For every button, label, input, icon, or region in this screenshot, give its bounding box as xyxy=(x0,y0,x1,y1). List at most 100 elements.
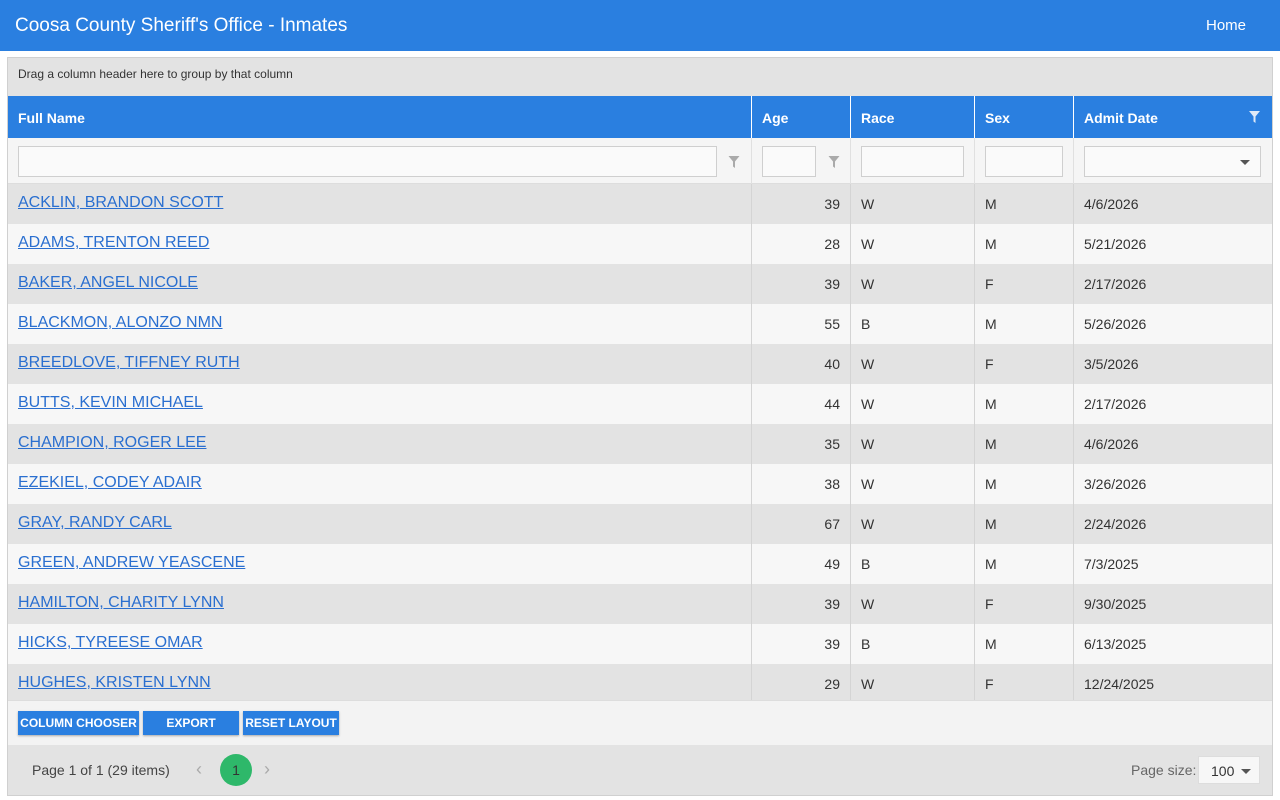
inmate-name-link[interactable]: BREEDLOVE, TIFFNEY RUTH xyxy=(18,354,240,371)
grid-toolbar: COLUMN CHOOSER EXPORT RESET LAYOUT xyxy=(8,700,1272,745)
age-cell: 29 xyxy=(752,664,851,700)
race-cell: B xyxy=(851,304,975,344)
inmate-name-link[interactable]: ACKLIN, BRANDON SCOTT xyxy=(18,194,223,211)
sex-cell: F xyxy=(975,584,1074,624)
chevron-right-icon[interactable]: › xyxy=(264,759,270,780)
page-button[interactable]: 1 xyxy=(220,754,252,786)
full-name-cell: BREEDLOVE, TIFFNEY RUTH xyxy=(8,344,752,384)
pager: Page 1 of 1 (29 items) ‹ 1 › Page size: … xyxy=(8,745,1272,795)
age-cell: 67 xyxy=(752,504,851,544)
inmate-name-link[interactable]: CHAMPION, ROGER LEE xyxy=(18,434,206,451)
race-cell: W xyxy=(851,184,975,224)
age-cell: 39 xyxy=(752,264,851,304)
table-row[interactable]: GREEN, ANDREW YEASCENE 49 B M 7/3/2025 xyxy=(8,544,1272,584)
column-header-sex[interactable]: Sex xyxy=(975,96,1074,138)
inmate-name-link[interactable]: EZEKIEL, CODEY ADAIR xyxy=(18,474,202,491)
table-row[interactable]: BLACKMON, ALONZO NMN 55 B M 5/26/2026 xyxy=(8,304,1272,344)
sex-cell: M xyxy=(975,544,1074,584)
reset-layout-button[interactable]: RESET LAYOUT xyxy=(243,711,339,735)
column-chooser-button[interactable]: COLUMN CHOOSER xyxy=(18,711,139,735)
column-header-admit-date[interactable]: Admit Date xyxy=(1074,96,1272,138)
table-row[interactable]: HICKS, TYREESE OMAR 39 B M 6/13/2025 xyxy=(8,624,1272,664)
inmate-name-link[interactable]: BAKER, ANGEL NICOLE xyxy=(18,274,198,291)
table-row[interactable]: HAMILTON, CHARITY LYNN 39 W F 9/30/2025 xyxy=(8,584,1272,624)
race-cell: W xyxy=(851,664,975,700)
admit-date-cell: 2/24/2026 xyxy=(1084,516,1147,532)
inmate-name-link[interactable]: BUTTS, KEVIN MICHAEL xyxy=(18,394,203,411)
full-name-cell: CHAMPION, ROGER LEE xyxy=(8,424,752,464)
column-header-full-name[interactable]: Full Name xyxy=(8,96,752,138)
sex-cell: F xyxy=(975,264,1074,304)
age-cell: 38 xyxy=(752,464,851,504)
sex-filter-input[interactable] xyxy=(985,146,1063,177)
header-row: Full Name Age Race Sex Admit Date xyxy=(8,96,1272,138)
age-cell: 39 xyxy=(752,584,851,624)
table-row[interactable]: BREEDLOVE, TIFFNEY RUTH 40 W F 3/5/2026 xyxy=(8,344,1272,384)
table-row[interactable]: BAKER, ANGEL NICOLE 39 W F 2/17/2026 xyxy=(8,264,1272,304)
full-name-filter-input[interactable] xyxy=(18,146,717,177)
age-cell: 55 xyxy=(752,304,851,344)
group-panel[interactable]: Drag a column header here to group by th… xyxy=(8,58,1272,96)
age-cell: 39 xyxy=(752,184,851,224)
inmate-name-link[interactable]: BLACKMON, ALONZO NMN xyxy=(18,314,222,331)
admit-date-cell: 6/13/2025 xyxy=(1084,636,1147,652)
inmate-name-link[interactable]: HAMILTON, CHARITY LYNN xyxy=(18,594,224,611)
sex-cell: M xyxy=(975,184,1074,224)
export-button[interactable]: EXPORT xyxy=(143,711,239,735)
pager-info: Page 1 of 1 (29 items) xyxy=(32,762,170,778)
full-name-cell: BLACKMON, ALONZO NMN xyxy=(8,304,752,344)
race-cell: W xyxy=(851,384,975,424)
race-cell: W xyxy=(851,504,975,544)
column-header-age[interactable]: Age xyxy=(752,96,851,138)
race-cell: W xyxy=(851,224,975,264)
admit-date-cell: 7/3/2025 xyxy=(1084,556,1139,572)
table-row[interactable]: ADAMS, TRENTON REED 28 W M 5/21/2026 xyxy=(8,224,1272,264)
admit-date-cell: 5/21/2026 xyxy=(1084,236,1147,252)
inmate-name-link[interactable]: GREEN, ANDREW YEASCENE xyxy=(18,554,245,571)
admit-date-filter-dropdown[interactable] xyxy=(1084,146,1261,177)
inmate-name-link[interactable]: GRAY, RANDY CARL xyxy=(18,514,172,531)
admit-date-cell: 2/17/2026 xyxy=(1084,396,1147,412)
full-name-cell: ACKLIN, BRANDON SCOTT xyxy=(8,184,752,224)
age-filter-input[interactable] xyxy=(762,146,816,177)
table-row[interactable]: CHAMPION, ROGER LEE 35 W M 4/6/2026 xyxy=(8,424,1272,464)
age-cell: 35 xyxy=(752,424,851,464)
home-link[interactable]: Home xyxy=(1206,17,1246,34)
filter-icon[interactable] xyxy=(728,156,740,168)
full-name-cell: EZEKIEL, CODEY ADAIR xyxy=(8,464,752,504)
chevron-down-icon xyxy=(1241,769,1251,774)
column-header-race[interactable]: Race xyxy=(851,96,975,138)
table-row[interactable]: EZEKIEL, CODEY ADAIR 38 W M 3/26/2026 xyxy=(8,464,1272,504)
race-cell: W xyxy=(851,424,975,464)
age-cell: 40 xyxy=(752,344,851,384)
age-cell: 39 xyxy=(752,624,851,664)
full-name-cell: HICKS, TYREESE OMAR xyxy=(8,624,752,664)
race-cell: W xyxy=(851,344,975,384)
filter-icon[interactable] xyxy=(1249,111,1260,123)
filter-icon[interactable] xyxy=(828,156,840,168)
sex-cell: F xyxy=(975,344,1074,384)
full-name-cell: GRAY, RANDY CARL xyxy=(8,504,752,544)
table-row[interactable]: ACKLIN, BRANDON SCOTT 39 W M 4/6/2026 xyxy=(8,184,1272,224)
race-cell: B xyxy=(851,624,975,664)
table-row[interactable]: BUTTS, KEVIN MICHAEL 44 W M 2/17/2026 xyxy=(8,384,1272,424)
full-name-cell: HAMILTON, CHARITY LYNN xyxy=(8,584,752,624)
admit-date-cell: 5/26/2026 xyxy=(1084,316,1147,332)
inmate-name-link[interactable]: HUGHES, KRISTEN LYNN xyxy=(18,674,211,691)
sex-cell: M xyxy=(975,504,1074,544)
sex-cell: M xyxy=(975,424,1074,464)
race-filter-input[interactable] xyxy=(861,146,964,177)
race-cell: W xyxy=(851,264,975,304)
race-cell: B xyxy=(851,544,975,584)
page-size-select[interactable]: 100 xyxy=(1198,756,1260,784)
inmate-name-link[interactable]: ADAMS, TRENTON REED xyxy=(18,234,209,251)
inmate-name-link[interactable]: HICKS, TYREESE OMAR xyxy=(18,634,203,651)
chevron-left-icon[interactable]: ‹ xyxy=(196,759,202,780)
table-row[interactable]: HUGHES, KRISTEN LYNN 29 W F 12/24/2025 xyxy=(8,664,1272,700)
admit-date-cell: 4/6/2026 xyxy=(1084,436,1139,452)
admit-date-cell: 3/5/2026 xyxy=(1084,356,1139,372)
table-row[interactable]: GRAY, RANDY CARL 67 W M 2/24/2026 xyxy=(8,504,1272,544)
race-cell: W xyxy=(851,584,975,624)
chevron-down-icon xyxy=(1240,160,1250,165)
sex-cell: M xyxy=(975,224,1074,264)
